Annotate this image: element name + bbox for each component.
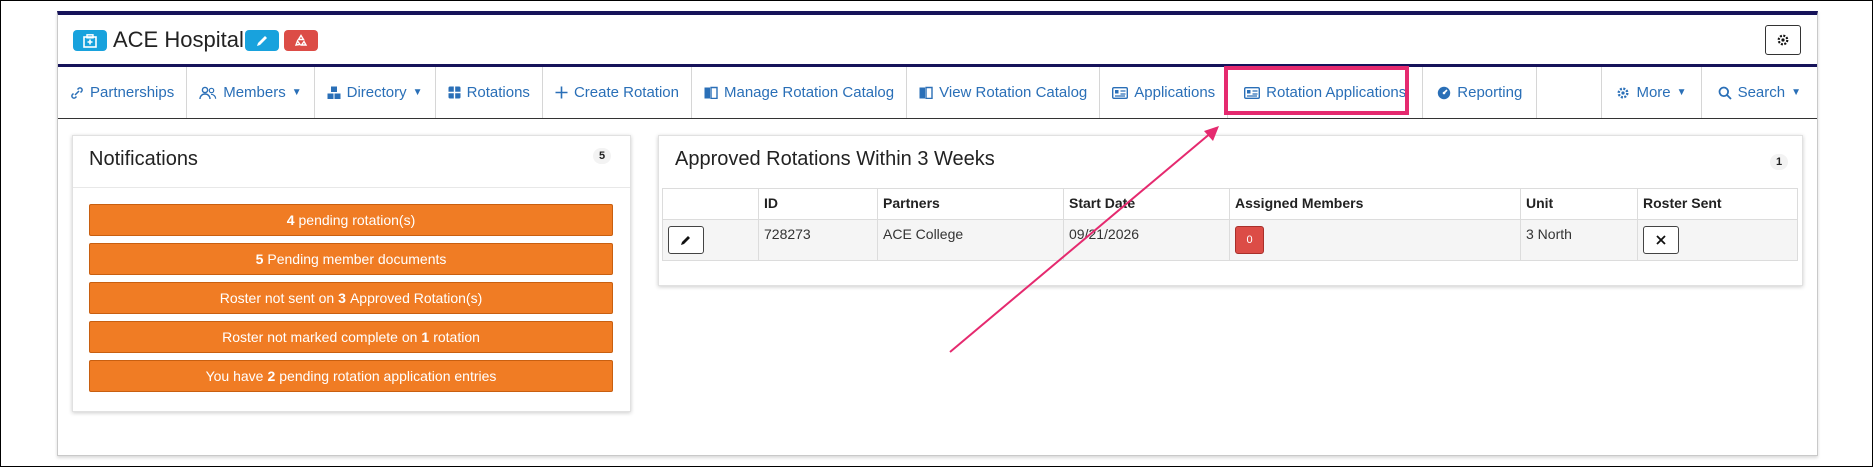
annotation-arrow [949, 126, 1219, 353]
